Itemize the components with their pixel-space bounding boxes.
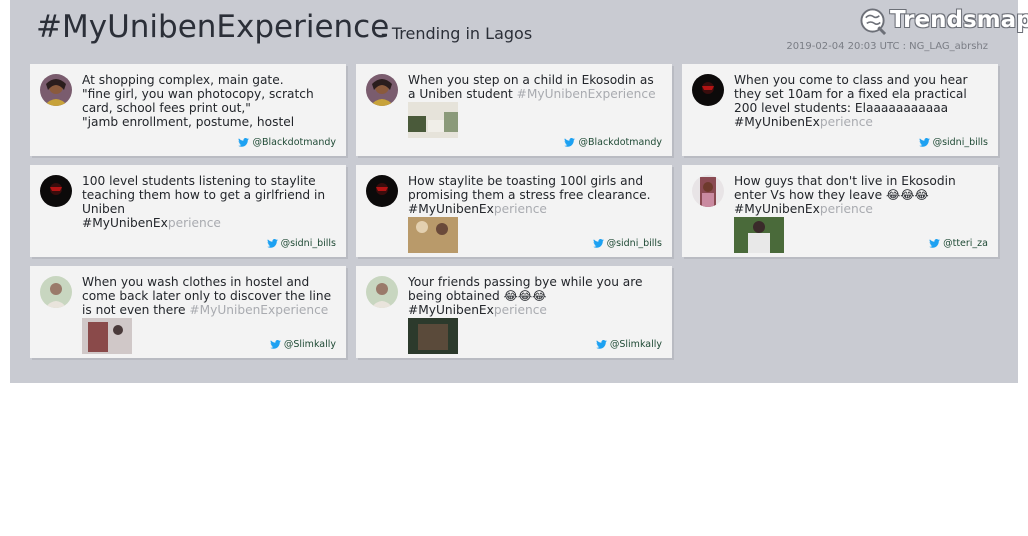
tweet-handle[interactable]: @sidni_bills <box>933 137 988 148</box>
tweet-text: At shopping complex, main gate. "fine gi… <box>82 73 338 129</box>
tweet-handle[interactable]: @tteri_za <box>943 238 988 249</box>
tweet-media-thumbnail[interactable] <box>82 318 132 354</box>
trending-location: - Trending in Lagos <box>381 24 533 43</box>
tweet-card[interactable]: When you step on a child in Ekosodin as … <box>356 64 672 156</box>
trendsmap-globe-icon <box>860 8 887 35</box>
tweet-media-thumbnail[interactable] <box>734 217 784 253</box>
tweet-media-thumbnail[interactable] <box>408 102 458 138</box>
twitter-bird-icon <box>266 239 278 248</box>
tweet-card[interactable]: At shopping complex, main gate. "fine gi… <box>30 64 346 156</box>
twitter-bird-icon <box>595 340 607 349</box>
user-avatar[interactable] <box>692 74 724 106</box>
user-avatar[interactable] <box>366 74 398 106</box>
tweet-hashtag-fade[interactable]: #MyUnibenExperience <box>189 303 328 317</box>
tweet-user-link[interactable]: @sidni_bills <box>266 238 336 249</box>
tweet-card[interactable]: When you wash clothes in hostel and come… <box>30 266 346 358</box>
twitter-bird-icon <box>918 138 930 147</box>
tweet-hashtag-fade[interactable]: perience <box>820 202 873 216</box>
tweet-user-link[interactable]: @Blackdotmandy <box>564 137 662 148</box>
tweet-media-thumbnail[interactable] <box>408 217 458 253</box>
tweet-hashtag-fade[interactable]: perience <box>168 216 221 230</box>
user-avatar[interactable] <box>40 74 72 106</box>
user-avatar[interactable] <box>692 175 724 207</box>
tweet-handle[interactable]: @sidni_bills <box>281 238 336 249</box>
tweet-hashtag-fade[interactable]: perience <box>494 303 547 317</box>
tweet-card[interactable]: How staylite be toasting 100l girls and … <box>356 165 672 257</box>
tweet-card[interactable]: How guys that don't live in Ekosodin ent… <box>682 165 998 257</box>
tweet-user-link[interactable]: @sidni_bills <box>918 137 988 148</box>
hashtag-title[interactable]: #MyUnibenExperience <box>36 9 389 45</box>
tweet-media-thumbnail[interactable] <box>408 318 458 354</box>
tweet-card[interactable]: Your friends passing bye while you are b… <box>356 266 672 358</box>
tweet-card[interactable]: When you come to class and you hear they… <box>682 64 998 156</box>
tweet-hashtag-fade[interactable]: #MyUnibenExperience <box>517 87 656 101</box>
twitter-bird-icon <box>238 138 250 147</box>
tweet-user-link[interactable]: @Blackdotmandy <box>238 137 336 148</box>
tweet-text-main: At shopping complex, main gate. "fine gi… <box>82 73 314 129</box>
timestamp-meta: 2019-02-04 20:03 UTC : NG_LAG_abrshz <box>786 41 988 52</box>
twitter-bird-icon <box>564 138 576 147</box>
user-avatar[interactable] <box>40 175 72 207</box>
tweet-handle[interactable]: @Blackdotmandy <box>252 137 336 148</box>
tweet-handle[interactable]: @Blackdotmandy <box>578 137 662 148</box>
tweet-text: When you come to class and you hear they… <box>734 73 990 129</box>
trendsmap-logo[interactable]: Trendsmap <box>860 7 1028 39</box>
tweet-card[interactable]: 100 level students listening to staylite… <box>30 165 346 257</box>
tweet-user-link[interactable]: @Slimkally <box>269 339 336 350</box>
tweet-handle[interactable]: @Slimkally <box>284 339 336 350</box>
tweet-user-link[interactable]: @sidni_bills <box>592 238 662 249</box>
user-avatar[interactable] <box>366 175 398 207</box>
twitter-bird-icon <box>269 340 281 349</box>
tweet-user-link[interactable]: @Slimkally <box>595 339 662 350</box>
tweet-handle[interactable]: @Slimkally <box>610 339 662 350</box>
twitter-bird-icon <box>592 239 604 248</box>
brand-name: Trendsmap <box>890 7 1028 33</box>
tweet-user-link[interactable]: @tteri_za <box>929 238 988 249</box>
tweet-hashtag-fade[interactable]: perience <box>494 202 547 216</box>
tweet-handle[interactable]: @sidni_bills <box>607 238 662 249</box>
user-avatar[interactable] <box>40 276 72 308</box>
user-avatar[interactable] <box>366 276 398 308</box>
twitter-bird-icon <box>929 239 940 248</box>
tweet-text: 100 level students listening to staylite… <box>82 174 338 230</box>
tweet-hashtag-fade[interactable]: perience <box>820 115 873 129</box>
